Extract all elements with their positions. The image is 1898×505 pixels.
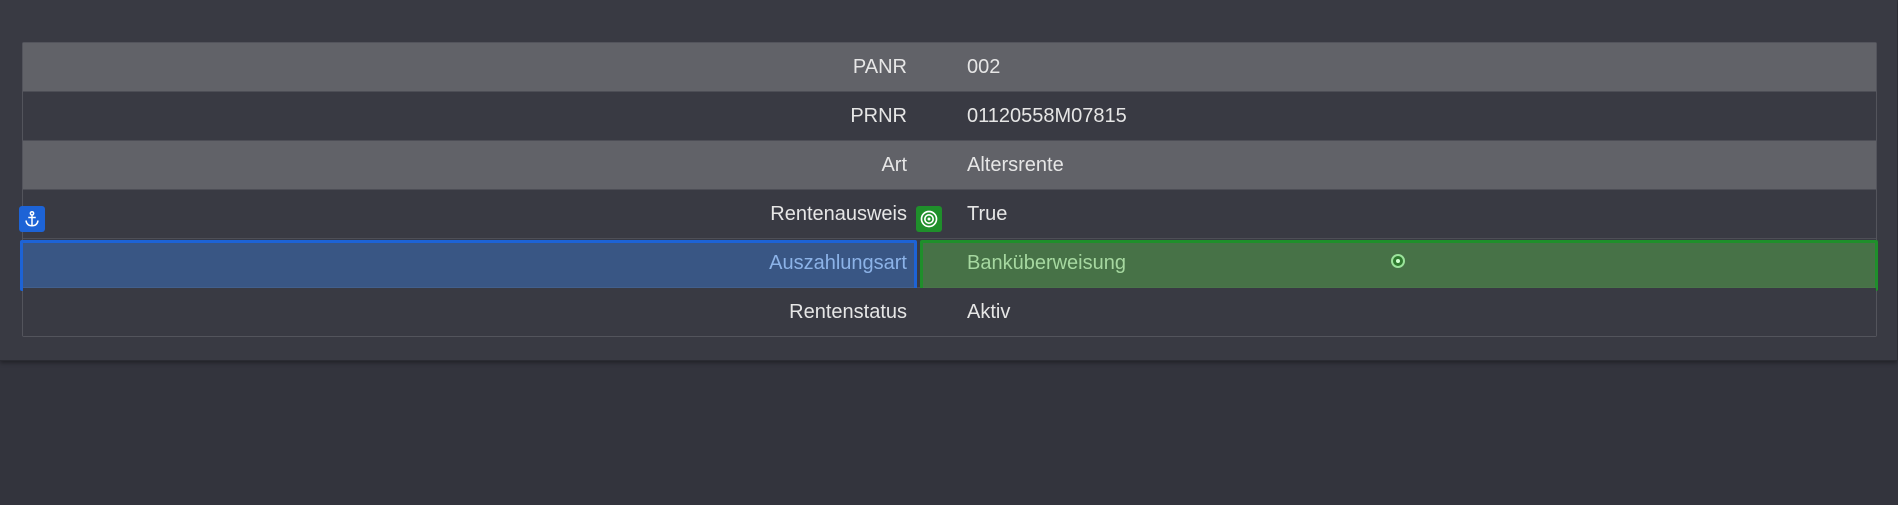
anchor-icon-glyph <box>25 210 39 227</box>
row-value-prnr: 01120558M07815 <box>967 104 1127 127</box>
table-row: PANR 002 <box>23 43 1876 92</box>
row-label-panr: PANR <box>852 55 907 78</box>
row-label-auszahlungsart[interactable]: Auszahlungsart <box>23 252 907 275</box>
row-label-rentenausweis: Rentenausweis <box>770 202 907 225</box>
row-value-rentenstatus: Aktiv <box>967 300 1011 323</box>
table-row-highlighted: Auszahlungsart Banküberweisung <box>20 239 1878 291</box>
row-value-rentenausweis: True <box>967 202 1008 225</box>
detail-panel: PANR 002 PRNR 01120558M07815 Art Altersr… <box>0 0 1897 361</box>
anchor-icon[interactable] <box>19 206 45 232</box>
drop-point-icon[interactable] <box>1391 254 1405 268</box>
table-row: Rentenausweis True <box>23 190 1876 239</box>
detail-table: PANR 002 PRNR 01120558M07815 Art Altersr… <box>20 42 1878 337</box>
row-label-rentenstatus: Rentenstatus <box>789 300 907 323</box>
row-label-prnr: PRNR <box>850 104 907 127</box>
target-icon[interactable] <box>916 206 942 232</box>
table-row: PRNR 01120558M07815 <box>23 92 1876 141</box>
row-label-art: Art <box>881 153 907 176</box>
table-row: Rentenstatus Aktiv <box>23 288 1876 336</box>
target-icon-glyph <box>920 210 938 228</box>
row-value-art: Altersrente <box>967 153 1064 176</box>
table-row: Art Altersrente <box>23 141 1876 190</box>
row-value-panr: 002 <box>967 55 1001 78</box>
row-value-auszahlungsart[interactable]: Banküberweisung <box>967 252 1126 275</box>
